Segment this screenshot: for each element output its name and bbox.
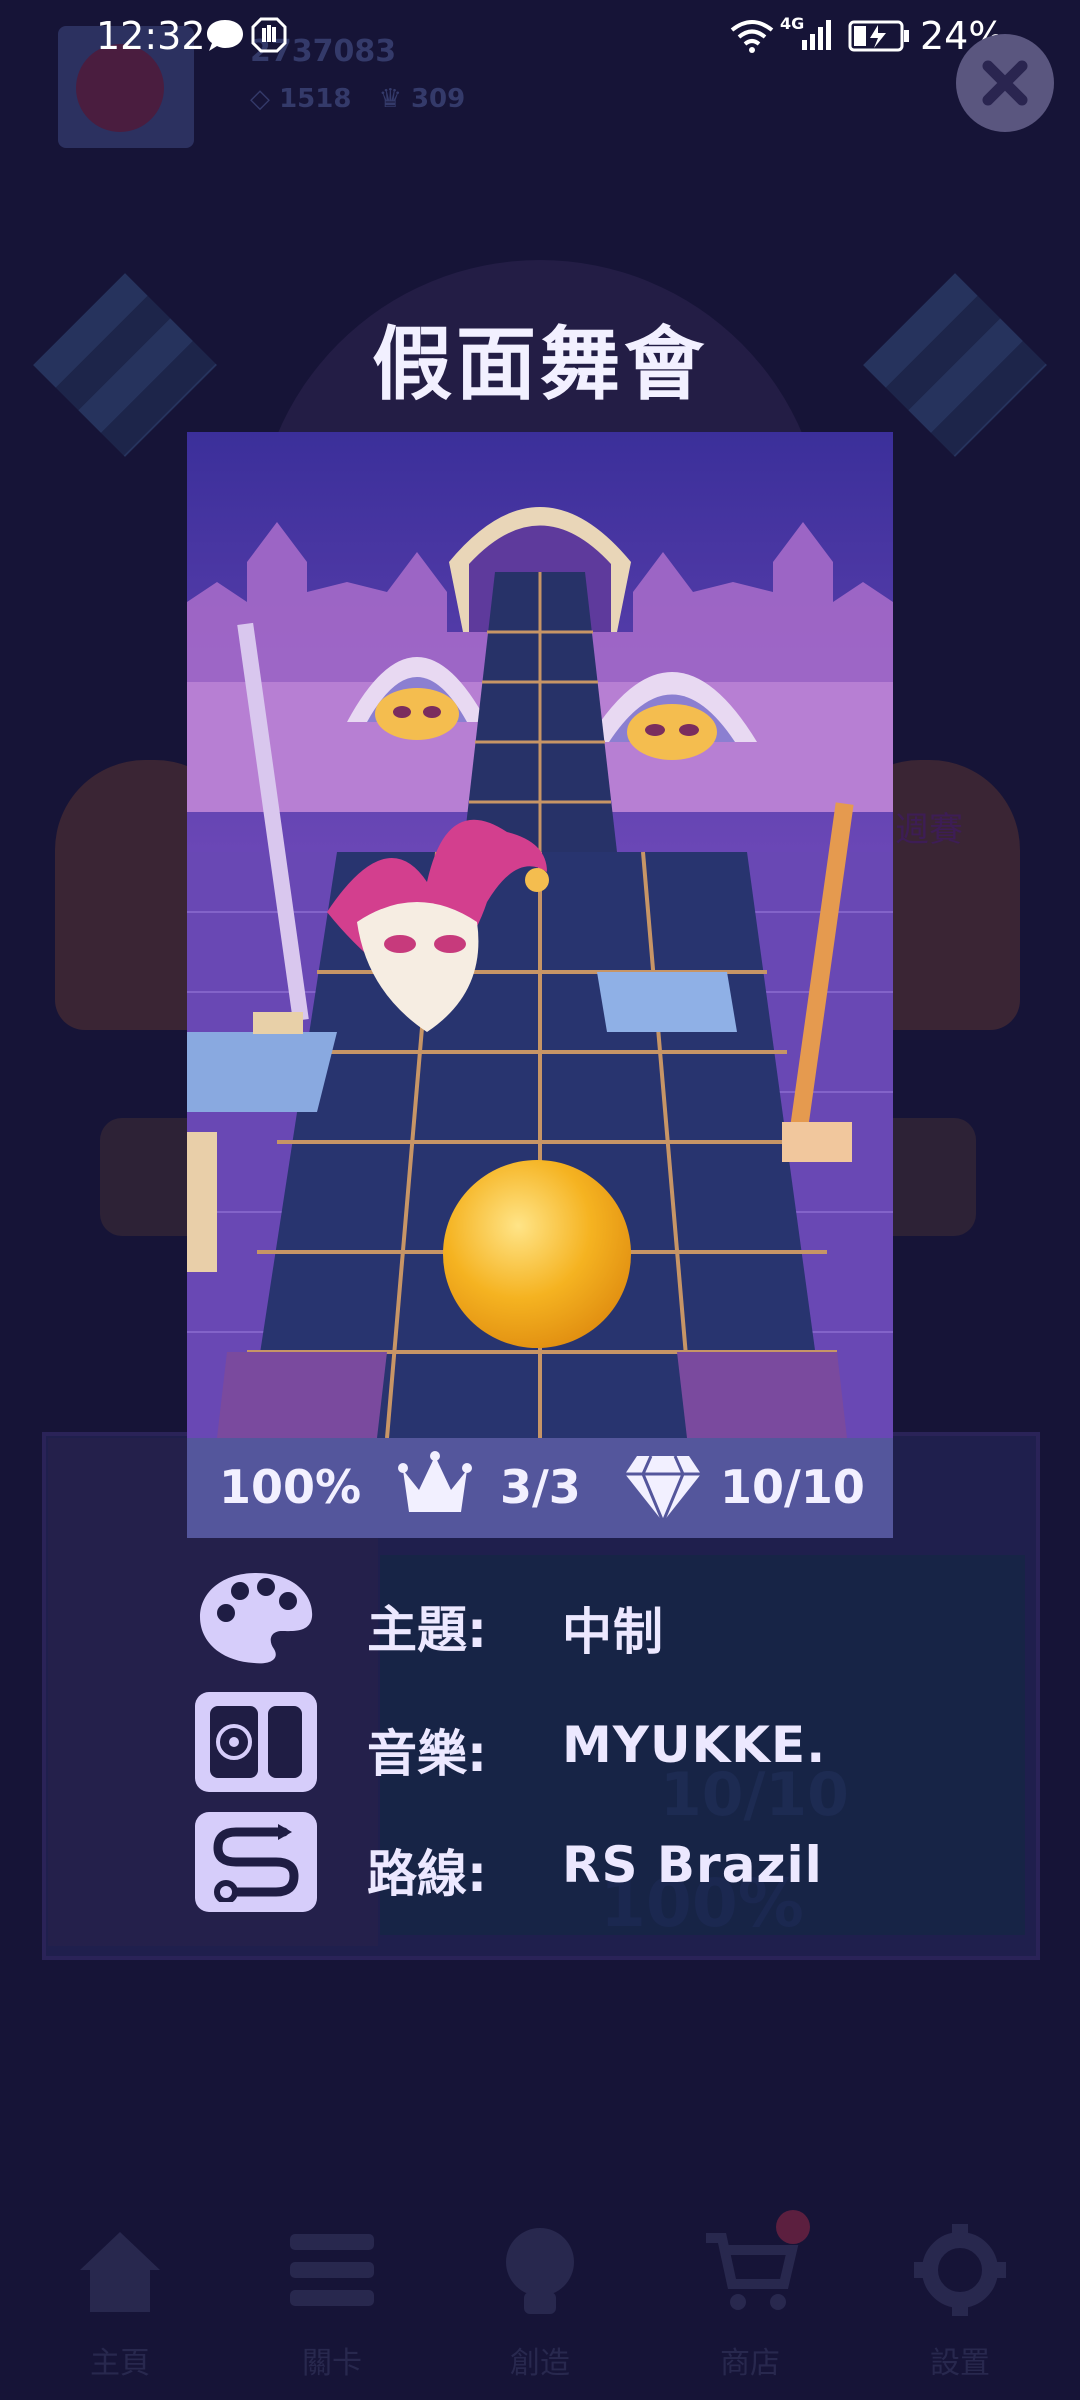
nav-levels[interactable]: 關卡 — [262, 2220, 402, 2390]
gear-icon — [914, 2224, 1006, 2316]
home-icon — [80, 2232, 160, 2312]
completion-percent: 100% — [219, 1460, 362, 1514]
nav-create[interactable]: 創造 — [470, 2220, 610, 2390]
hand-stop-icon — [251, 17, 287, 53]
route-icon — [213, 1824, 299, 1902]
lightbulb-icon — [506, 2228, 574, 2314]
status-time: 12:32 — [96, 14, 206, 58]
gems-count: 10/10 — [720, 1460, 865, 1514]
level-stats-bar: 100% 3/3 10/10 — [187, 1438, 893, 1538]
nav-shop[interactable]: 商店 — [680, 2210, 820, 2390]
nav-settings[interactable]: 設置 — [890, 2220, 1030, 2390]
player-ball — [443, 1160, 631, 1348]
crown-icon: ♛ — [378, 84, 402, 114]
signal-icon — [802, 20, 831, 50]
chat-icon — [207, 20, 243, 51]
theme-row: 主題: 中制 — [195, 1568, 955, 1672]
battery-charging-icon — [848, 20, 909, 52]
route-label: 路線: — [367, 1845, 487, 1903]
bottom-nav: 主頁 關卡 創造 商店 設置 — [0, 2200, 1080, 2400]
crown-icon — [398, 1451, 472, 1512]
route-row: 路線: RS Brazil — [195, 1812, 955, 1916]
notification-badge — [776, 2210, 810, 2244]
close-icon — [982, 60, 1028, 106]
theme-value: 中制 — [562, 1603, 664, 1661]
music-player-icon — [210, 1706, 302, 1778]
music-label: 音樂: — [367, 1725, 487, 1783]
close-button[interactable] — [956, 34, 1054, 132]
music-row: 音樂: MYUKKE. — [195, 1692, 955, 1796]
level-preview-image — [187, 432, 893, 1438]
diamond-icon — [625, 1455, 701, 1524]
gem-icon: ◇ — [250, 84, 270, 114]
palette-icon — [200, 1573, 313, 1664]
music-value: MYUKKE. — [562, 1716, 827, 1774]
wifi-icon — [730, 20, 774, 53]
weekly-label: 週賽 — [895, 810, 963, 850]
route-value: RS Brazil — [562, 1836, 823, 1894]
status-bar: 12:32 4G 24% — [0, 0, 1080, 76]
nav-home[interactable]: 主頁 — [50, 2220, 190, 2390]
level-title: 假面舞會 — [372, 318, 708, 411]
theme-label: 主題: — [367, 1601, 487, 1659]
crowns-count: 3/3 — [500, 1460, 581, 1514]
list-icon — [290, 2234, 374, 2306]
player-stats: ◇ 1518 ♛ 309 — [250, 84, 466, 114]
